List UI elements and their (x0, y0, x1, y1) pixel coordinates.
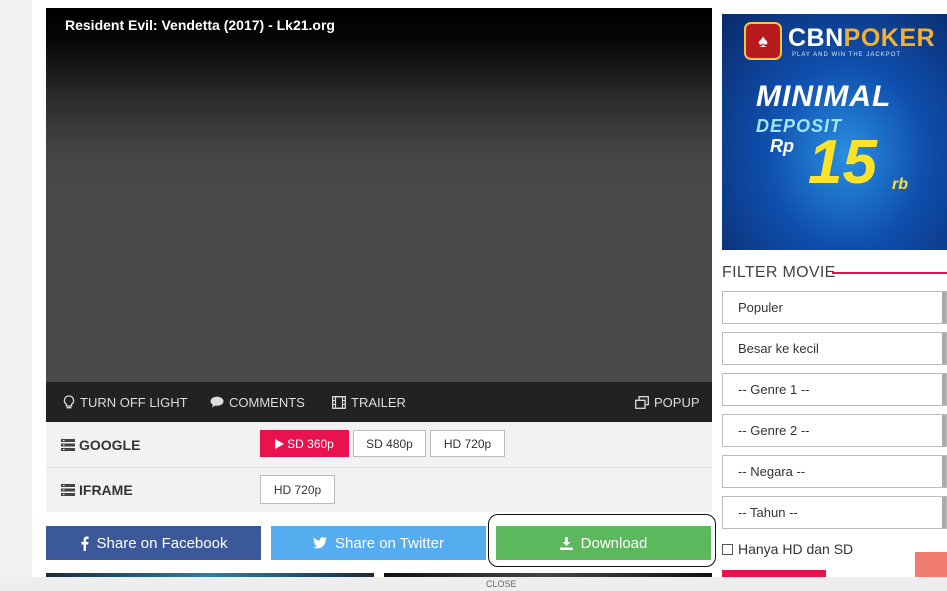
trailer-button[interactable]: TRAILER (332, 382, 406, 422)
country-select[interactable]: -- Negara -- (722, 455, 947, 488)
filter-divider (832, 272, 947, 274)
popup-icon (635, 395, 649, 409)
server-label-iframe: IFRAME (61, 468, 133, 512)
server-label-google: GOOGLE (61, 422, 140, 467)
server-row-iframe: IFRAME HD 720p (46, 468, 712, 512)
genre2-select[interactable]: -- Genre 2 -- (722, 414, 947, 447)
server-list-icon (61, 484, 75, 496)
video-title: Resident Evil: Vendetta (2017) - Lk21.or… (65, 17, 335, 33)
quality-hd-720p-button[interactable]: HD 720p (430, 430, 505, 457)
share-twitter-label: Share on Twitter (335, 534, 444, 552)
popup-button[interactable]: POPUP (635, 382, 700, 422)
ad-tagline: PLAY AND WIN THE JACKPOT (792, 52, 902, 58)
hd-sd-filter[interactable]: Hanya HD dan SD (722, 541, 853, 557)
dropdown-arrow-icon (942, 456, 946, 487)
quality-label: HD 720p (273, 482, 322, 497)
dropdown-arrow-icon (942, 333, 946, 364)
ad-headline: MINIMAL (756, 80, 892, 113)
dropdown-arrow-icon (942, 292, 946, 323)
popup-label: POPUP (654, 394, 700, 410)
server-row-google: GOOGLE SD 360p SD 480p HD 720p (46, 422, 712, 468)
spade-logo-icon: ♠ (744, 22, 782, 60)
film-icon (332, 395, 346, 409)
quality-sd-480p-button[interactable]: SD 480p (353, 430, 426, 457)
quality-label: SD 360p (287, 436, 334, 451)
ad-brand: CBNPOKER (788, 24, 936, 52)
hd-sd-label: Hanya HD dan SD (738, 541, 854, 557)
order-select[interactable]: Besar ke kecil (722, 332, 947, 365)
ad-currency: Rp (770, 136, 794, 156)
dropdown-arrow-icon (942, 497, 946, 528)
year-select[interactable]: -- Tahun -- (722, 496, 947, 529)
share-facebook-label: Share on Facebook (96, 534, 228, 552)
play-icon (275, 438, 285, 449)
dropdown-arrow-icon (942, 415, 946, 446)
filter-title: FILTER MOVIE (722, 264, 836, 281)
player-control-bar: TURN OFF LIGHT COMMENTS TRAILER POPUP (46, 382, 712, 422)
quality-sd-360p-button[interactable]: SD 360p (260, 430, 349, 457)
genre1-select[interactable]: -- Genre 1 -- (722, 373, 947, 406)
quality-label: SD 480p (366, 436, 413, 451)
comments-button[interactable]: COMMENTS (210, 382, 305, 422)
close-button[interactable]: CLOSE (486, 579, 517, 589)
lightbulb-icon (63, 394, 75, 408)
server-name: GOOGLE (79, 436, 141, 453)
dropdown-arrow-icon (942, 374, 946, 405)
close-bar (0, 577, 947, 591)
comments-label: COMMENTS (229, 394, 305, 410)
server-name: IFRAME (79, 482, 133, 498)
facebook-icon (80, 536, 89, 551)
side-banner[interactable] (915, 552, 947, 577)
hd-sd-checkbox[interactable] (722, 543, 733, 555)
quality-label: HD 720p (443, 436, 492, 451)
filter-submit-button[interactable] (722, 570, 826, 577)
ad-unit: rb (892, 176, 908, 193)
video-player[interactable]: Resident Evil: Vendetta (2017) - Lk21.or… (46, 8, 712, 382)
download-highlight-outline (488, 514, 716, 567)
server-list-icon (61, 438, 75, 451)
turn-off-light-button[interactable]: TURN OFF LIGHT (63, 382, 188, 422)
quality-hd-720p-button[interactable]: HD 720p (260, 475, 335, 504)
sidebar-advertisement[interactable]: ♠ CBNPOKER PLAY AND WIN THE JACKPOT MINI… (722, 14, 947, 250)
twitter-icon (313, 537, 328, 549)
turn-off-light-label: TURN OFF LIGHT (80, 394, 188, 410)
share-twitter-button[interactable]: Share on Twitter (271, 526, 486, 560)
trailer-label: TRAILER (351, 394, 406, 410)
comment-icon (210, 396, 224, 408)
sort-select[interactable]: Populer (722, 291, 947, 324)
ad-amount: 15 (808, 128, 877, 197)
share-facebook-button[interactable]: Share on Facebook (46, 526, 261, 560)
